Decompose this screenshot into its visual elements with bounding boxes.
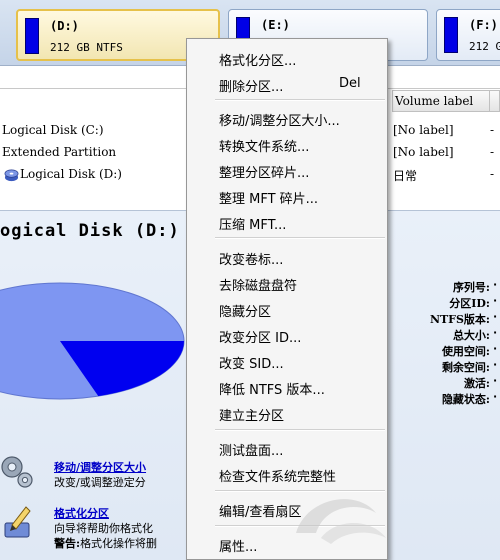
menu-item-label: 测试盘面... bbox=[219, 444, 284, 459]
menu-item-label: 改变卷标... bbox=[219, 253, 284, 268]
menu-separator bbox=[215, 99, 385, 101]
menu-item-move-resize[interactable]: 移动/调整分区大小... bbox=[189, 105, 385, 129]
menu-item-label: 整理分区碎片... bbox=[219, 166, 310, 181]
partition-name: Logical Disk (D:) bbox=[20, 167, 122, 181]
disk-name: (F:) bbox=[469, 18, 498, 32]
menu-item-defrag-partition[interactable]: 整理分区碎片... bbox=[189, 157, 385, 181]
prop-used-space: 使用空间: bbox=[441, 345, 490, 358]
menu-item-create-primary[interactable]: 建立主分区 bbox=[189, 400, 385, 424]
gears-icon bbox=[1, 456, 33, 488]
column-header-volume-label[interactable]: Volume label bbox=[392, 90, 500, 112]
disk-tile-f[interactable]: (F:) 212 G bbox=[436, 9, 500, 61]
menu-item-delete-partition[interactable]: 删除分区... Del bbox=[189, 71, 385, 95]
menu-item-label: 改变 SID... bbox=[219, 357, 284, 372]
prop-bullet: · bbox=[493, 278, 498, 291]
disk-usage-bar bbox=[444, 17, 458, 53]
tool-format-link[interactable]: 格式化分区 bbox=[54, 505, 109, 521]
partition-name: Extended Partition bbox=[2, 145, 117, 159]
partition-title: ogical Disk (D:) bbox=[0, 221, 180, 241]
partition-label: [No label] bbox=[393, 123, 454, 137]
tool-resize-link[interactable]: 移动/调整分区大小 bbox=[54, 459, 146, 475]
prop-free-space: 剩余空间: bbox=[441, 361, 490, 374]
menu-item-defrag-mft[interactable]: 整理 MFT 碎片... bbox=[189, 183, 385, 207]
prop-bullet: · bbox=[493, 374, 498, 387]
tool-format-warning: 警告:格式化操作将删 bbox=[54, 535, 157, 551]
menu-separator bbox=[215, 237, 385, 239]
prop-bullet: · bbox=[493, 294, 498, 307]
partition-extra: - bbox=[490, 167, 495, 181]
menu-item-label: 移动/调整分区大小... bbox=[219, 114, 340, 129]
prop-bullet: · bbox=[493, 310, 498, 323]
disk-name: (D:) bbox=[50, 19, 79, 33]
disk-info: 212 GB NTFS bbox=[50, 41, 123, 54]
menu-item-label: 隐藏分区 bbox=[219, 305, 272, 320]
prop-bullet: · bbox=[493, 390, 498, 403]
menu-item-shortcut: Del bbox=[339, 76, 361, 91]
column-divider[interactable] bbox=[489, 91, 490, 111]
tool-resize-desc: 改变/或调整逊定分 bbox=[54, 476, 146, 489]
menu-item-label: 格式化分区... bbox=[219, 54, 297, 69]
disk-icon bbox=[4, 169, 19, 182]
menu-item-format-partition[interactable]: 格式化分区... bbox=[189, 45, 385, 69]
tool-format: 格式化分区 向导将帮助你格式化 警告:格式化操作将删 bbox=[0, 501, 190, 557]
menu-item-convert-filesystem[interactable]: 转换文件系统... bbox=[189, 131, 385, 155]
menu-item-label: 压缩 MFT... bbox=[219, 218, 287, 233]
menu-item-label: 改变分区 ID... bbox=[219, 331, 302, 346]
menu-item-label: 去除磁盘盘符 bbox=[219, 279, 298, 294]
prop-serial: 序列号: bbox=[452, 281, 490, 294]
menu-item-label: 删除分区... bbox=[219, 80, 284, 95]
menu-separator bbox=[215, 429, 385, 431]
menu-item-change-partition-id[interactable]: 改变分区 ID... bbox=[189, 322, 385, 346]
partition-name: Logical Disk (C:) bbox=[2, 123, 104, 137]
partition-label: [No label] bbox=[393, 145, 454, 159]
prop-partition-id: 分区ID: bbox=[449, 297, 490, 310]
disk-usage-bar bbox=[25, 18, 39, 54]
menu-item-remove-drive-letter[interactable]: 去除磁盘盘符 bbox=[189, 270, 385, 294]
prop-bullet: · bbox=[493, 326, 498, 339]
disk-name: (E:) bbox=[261, 18, 290, 32]
tool-format-desc: 向导将帮助你格式化 bbox=[54, 522, 153, 535]
warning-text: 格式化操作将删 bbox=[80, 537, 158, 550]
partition-extra: - bbox=[490, 145, 495, 159]
menu-item-label: 转换文件系统... bbox=[219, 140, 310, 155]
format-pen-icon bbox=[4, 506, 31, 538]
watermark-logo bbox=[296, 499, 386, 544]
menu-item-compress-mft[interactable]: 压缩 MFT... bbox=[189, 209, 385, 233]
menu-item-label: 降低 NTFS 版本... bbox=[219, 383, 325, 398]
prop-total-size: 总大小: bbox=[452, 329, 490, 342]
menu-item-label: 整理 MFT 碎片... bbox=[219, 192, 319, 207]
tool-resize: 移动/调整分区大小 改变/或调整逊定分 bbox=[0, 453, 190, 499]
menu-item-change-label[interactable]: 改变卷标... bbox=[189, 244, 385, 268]
menu-item-label: 建立主分区 bbox=[219, 409, 285, 424]
usage-pie-chart bbox=[0, 282, 185, 400]
prop-active: 激活: bbox=[463, 377, 490, 390]
prop-bullet: · bbox=[493, 358, 498, 371]
partition-label: 日常 bbox=[393, 169, 418, 183]
prop-ntfs-version: NTFS版本: bbox=[429, 313, 490, 326]
disk-info: 212 G bbox=[469, 40, 500, 53]
menu-item-surface-test[interactable]: 测试盘面... bbox=[189, 435, 385, 459]
prop-hidden: 隐藏状态: bbox=[441, 393, 490, 406]
partition-extra: - bbox=[490, 123, 495, 137]
menu-item-downgrade-ntfs[interactable]: 降低 NTFS 版本... bbox=[189, 374, 385, 398]
column-header-label: Volume label bbox=[395, 94, 474, 108]
prop-bullet: · bbox=[493, 342, 498, 355]
menu-item-label: 属性... bbox=[219, 540, 258, 555]
menu-item-hide-partition[interactable]: 隐藏分区 bbox=[189, 296, 385, 320]
menu-item-change-sid[interactable]: 改变 SID... bbox=[189, 348, 385, 372]
warning-prefix: 警告: bbox=[54, 537, 81, 550]
